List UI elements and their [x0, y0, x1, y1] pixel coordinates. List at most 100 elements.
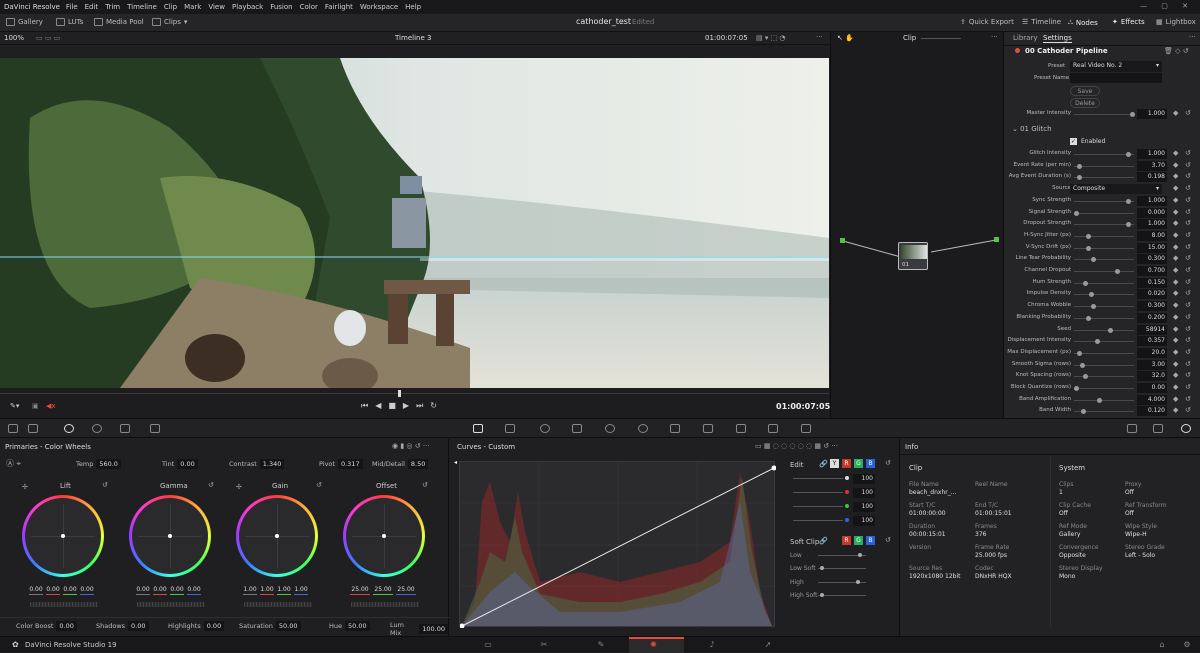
- reset-icon[interactable]: ↺: [1185, 266, 1191, 274]
- tint-field[interactable]: Tint 0.00: [162, 459, 198, 469]
- blur-icon[interactable]: [703, 424, 713, 433]
- effects-toggle[interactable]: ✦ Effects: [1112, 18, 1145, 26]
- home-icon[interactable]: ⌂: [1156, 640, 1168, 650]
- keyframe-icon[interactable]: ◆: [1173, 278, 1178, 286]
- param-value[interactable]: 0.000: [1137, 207, 1167, 218]
- highlights-value[interactable]: 0.00: [203, 621, 225, 631]
- color-boost-field[interactable]: Color Boost 0.00: [16, 621, 77, 631]
- menu-help[interactable]: Help: [405, 3, 421, 11]
- project-settings-icon[interactable]: ⚙: [1181, 640, 1193, 650]
- reset-icon[interactable]: ↺: [1185, 109, 1191, 117]
- clips-button[interactable]: Clips ▾: [152, 18, 187, 26]
- menu-fusion[interactable]: Fusion: [270, 3, 292, 11]
- qualifier-icon[interactable]: [540, 424, 550, 433]
- temp-field[interactable]: Temp 560.0: [76, 459, 121, 469]
- gain-wheel[interactable]: [236, 495, 318, 577]
- view-mode-icons[interactable]: ▭ ▭ ▭: [36, 34, 60, 42]
- lum-mix-value[interactable]: 100.00: [419, 624, 448, 634]
- gain-reset-icon[interactable]: ↺: [316, 481, 322, 489]
- param-slider[interactable]: [1074, 317, 1134, 319]
- highlights-field[interactable]: Highlights 0.00: [168, 621, 225, 631]
- info-icon[interactable]: [1181, 424, 1191, 433]
- gamma-values[interactable]: 0.00 0.00 0.00 0.00: [136, 586, 201, 595]
- keyframe-icon[interactable]: ◆: [1173, 254, 1178, 262]
- param-knob[interactable]: [1081, 409, 1086, 415]
- keyframe-icon[interactable]: ◆: [1173, 313, 1178, 321]
- param-knob[interactable]: [1086, 245, 1091, 251]
- shadows-field[interactable]: Shadows 0.00: [96, 621, 149, 631]
- timeline-toggle[interactable]: ☰ Timeline: [1022, 18, 1061, 26]
- keyframe-icon[interactable]: ◆: [1173, 406, 1178, 414]
- low-knob[interactable]: [858, 553, 862, 557]
- param-knob[interactable]: [1126, 152, 1131, 157]
- soft-clip-reset-icon[interactable]: ↺: [885, 536, 891, 544]
- param-value[interactable]: 1.000: [1137, 219, 1167, 230]
- sizing-icon[interactable]: [768, 424, 778, 433]
- param-value[interactable]: 0.700: [1137, 266, 1167, 276]
- mute-icon[interactable]: ◀x: [46, 402, 56, 410]
- lightbox-toggle[interactable]: ▦ Lightbox: [1156, 18, 1196, 26]
- keyframe-icon[interactable]: ◆: [1173, 336, 1178, 344]
- curves-icon[interactable]: [473, 424, 483, 433]
- keyframe-icon[interactable]: ◆: [1173, 348, 1178, 356]
- reset-icon[interactable]: ↺: [1185, 336, 1191, 344]
- edit-b-value[interactable]: 100: [853, 516, 875, 526]
- camera-raw-icon[interactable]: [8, 424, 18, 433]
- glitch-group-header[interactable]: ⌄ 01 Glitch: [1012, 125, 1052, 133]
- hue-value[interactable]: 50.00: [345, 621, 370, 631]
- menu-trim[interactable]: Trim: [105, 3, 120, 11]
- high-knob[interactable]: [856, 580, 860, 584]
- keyframe-icon[interactable]: ◆: [1173, 360, 1178, 368]
- luts-button[interactable]: LUTs: [56, 18, 83, 26]
- gallery-button[interactable]: Gallery: [6, 18, 43, 26]
- lift-wheel[interactable]: [22, 495, 104, 577]
- edit-g-slider[interactable]: [793, 506, 843, 507]
- gain-puck[interactable]: [275, 534, 279, 538]
- reset-icon[interactable]: ↺: [1185, 348, 1191, 356]
- keyframe-icon[interactable]: ◆: [1173, 371, 1178, 379]
- color-boost-value[interactable]: 0.00: [56, 621, 77, 631]
- param-knob[interactable]: [1083, 374, 1088, 380]
- offset-wheel[interactable]: [343, 495, 425, 577]
- playback-controls[interactable]: ⏮◀■▶⏭↻: [361, 401, 444, 411]
- reset-icon[interactable]: ↺: [1185, 254, 1191, 262]
- motion-effects-icon[interactable]: [120, 424, 130, 433]
- reset-icon[interactable]: ↺: [1185, 219, 1191, 227]
- offset-puck[interactable]: [382, 534, 386, 538]
- more-icon[interactable]: ···: [816, 33, 823, 41]
- keyframe-icon[interactable]: ◆: [1173, 184, 1178, 192]
- edit-reset-icon[interactable]: ↺: [885, 459, 891, 467]
- lift-master-dial[interactable]: [30, 602, 98, 607]
- param-knob[interactable]: [1074, 386, 1079, 391]
- mid-detail-field[interactable]: Mid/Detail 8.50: [372, 459, 429, 469]
- scrubber-track[interactable]: [0, 393, 829, 394]
- cut-page-icon[interactable]: ✂: [538, 640, 550, 650]
- param-value[interactable]: 3.00: [1137, 359, 1167, 370]
- keyframe-icon[interactable]: ◆: [1173, 325, 1178, 333]
- tint-value[interactable]: 0.00: [177, 459, 198, 469]
- edit-b-slider[interactable]: [793, 520, 843, 521]
- curve-handle-icon[interactable]: ◂: [454, 459, 457, 466]
- param-value[interactable]: 3.70: [1137, 160, 1167, 171]
- tab-settings[interactable]: Settings: [1043, 34, 1072, 43]
- hue-field[interactable]: Hue 50.00: [329, 621, 370, 631]
- keyframe-icon[interactable]: ◆: [1173, 289, 1178, 297]
- reset-icon[interactable]: ↺: [1185, 383, 1191, 391]
- menu-mark[interactable]: Mark: [184, 3, 201, 11]
- param-knob[interactable]: [1097, 397, 1102, 403]
- primaries-mode-icons[interactable]: ◉ ▮ ◎ ↺ ···: [392, 442, 430, 450]
- lift-picker-icon[interactable]: ✢: [22, 483, 28, 491]
- reset-icon[interactable]: ↺: [1185, 325, 1191, 333]
- quick-export-button[interactable]: ⇪ Quick Export: [960, 18, 1014, 26]
- offset-reset-icon[interactable]: ↺: [422, 481, 428, 489]
- waveform-icon[interactable]: [1153, 424, 1163, 433]
- param-slider[interactable]: [1074, 177, 1134, 179]
- param-slider[interactable]: [1074, 294, 1134, 296]
- scopes-icon[interactable]: [1127, 424, 1137, 433]
- pivot-value[interactable]: 0.317: [337, 459, 363, 469]
- enabled-checkbox[interactable]: ✓: [1070, 138, 1077, 145]
- curves-tool-icons[interactable]: ▭ ▦ ◌ ◌ ◌ ◌ ◌ ▦ ↺ ···: [755, 442, 838, 450]
- reset-icon[interactable]: ↺: [1185, 371, 1191, 379]
- color-warper-icon[interactable]: [505, 424, 515, 433]
- param-knob[interactable]: [1074, 210, 1079, 216]
